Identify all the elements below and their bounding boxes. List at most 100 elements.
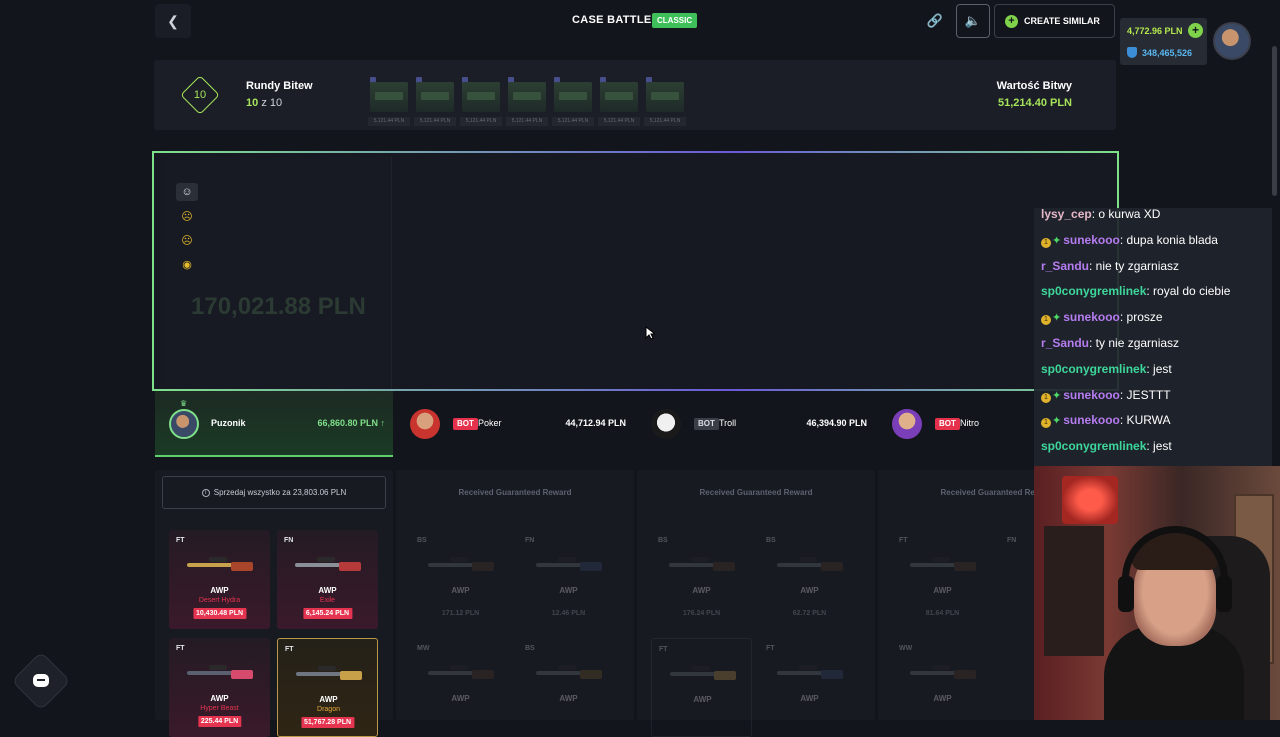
item-condition: FT xyxy=(659,646,668,653)
bot-badge: BOT xyxy=(935,418,960,430)
chat-username: sunekooo xyxy=(1063,413,1120,428)
webcam-neon-sign xyxy=(1062,476,1118,524)
item-card: FT AWP 81.64 PLN xyxy=(892,530,993,629)
chat-text: : JESTTT xyxy=(1119,387,1171,402)
deposit-button[interactable]: + xyxy=(1188,23,1203,38)
avatar xyxy=(892,409,922,439)
case-image xyxy=(508,82,546,112)
item-skin: Hyper Beast xyxy=(200,705,239,712)
star-icon: ✦ xyxy=(1052,389,1062,402)
chevron-left-icon: ❮ xyxy=(167,12,179,29)
item-price: 225.44 PLN xyxy=(197,716,242,727)
battle-arena: ☺ ☹ ☹ ◉ 170,021.88 PLN xyxy=(152,151,1119,391)
rifle-icon xyxy=(428,663,494,685)
item-name: AWP xyxy=(451,694,470,703)
sell-all-button[interactable]: i Sprzedaj wszystko za 23,803.06 PLN xyxy=(162,476,386,509)
player-card[interactable]: BOT Troll 46,394.90 PLN xyxy=(637,391,875,457)
item-price: 81.64 PLN xyxy=(925,610,960,617)
case-thumbnail[interactable]: 5,121.44 PLN xyxy=(368,76,410,126)
item-price: 10,430.48 PLN xyxy=(192,608,247,619)
points-label: 348,465,526 xyxy=(1142,48,1193,58)
rifle-icon xyxy=(428,555,494,577)
item-condition: BS xyxy=(525,645,535,652)
case-thumbnail[interactable]: 5,121.44 PLN xyxy=(598,76,640,126)
rewards-column: Received Guaranteed Reward FT AWP 81.64 … xyxy=(878,470,1035,720)
case-image xyxy=(646,82,684,112)
sound-button[interactable]: 🔈 xyxy=(956,4,990,38)
item-card[interactable]: FT AWP Hyper Beast 225.44 PLN xyxy=(169,638,270,737)
case-thumbnail[interactable]: 5,121.44 PLN xyxy=(506,76,548,126)
sub-badge-icon: 1 xyxy=(1041,237,1051,248)
item-price: 171.12 PLN xyxy=(441,610,480,617)
case-thumbnail[interactable]: 5,121.44 PLN xyxy=(644,76,686,126)
chat-username: sunekooo xyxy=(1063,310,1120,325)
chat-username: sunekooo xyxy=(1063,232,1120,247)
webcam-overlay xyxy=(1034,466,1280,720)
create-similar-button[interactable]: + CREATE SIMILAR xyxy=(994,4,1115,38)
frowning-face-icon[interactable]: ☹ xyxy=(176,207,198,225)
headset-ear-left xyxy=(1118,576,1134,612)
chat-text: : prosze xyxy=(1119,310,1163,325)
item-condition: BS xyxy=(658,537,668,544)
case-thumbnail[interactable]: 5,121.44 PLN xyxy=(552,76,594,126)
player-value: 66,860.80 PLN ↑ xyxy=(317,418,385,428)
chat-username: sp0conygremlinek xyxy=(1041,284,1147,299)
chat-message: sp0conygremlinek: jest xyxy=(1034,434,1272,460)
sub-badge-icon: 1 xyxy=(1041,392,1051,403)
players-row: ♛ Puzonik 66,860.80 PLN ↑ BOT Poker 44,7… xyxy=(155,391,1035,457)
chat-username: sunekooo xyxy=(1063,387,1120,402)
item-condition: FN xyxy=(1007,537,1017,544)
player-card[interactable]: ♛ Puzonik 66,860.80 PLN ↑ xyxy=(155,391,393,457)
case-price: 5,121.44 PLN xyxy=(414,117,456,126)
item-condition: BS xyxy=(417,537,427,544)
chat-message: sp0conygremlinek: jest xyxy=(1034,357,1272,383)
rifle-icon xyxy=(296,664,362,686)
player-name: Nitro xyxy=(960,418,980,428)
player-value: 44,712.94 PLN xyxy=(565,418,626,428)
case-thumbnail[interactable]: 5,121.44 PLN xyxy=(414,76,456,126)
item-name: AWP xyxy=(933,694,952,703)
item-card: FN AWP 12.46 PLN xyxy=(518,530,619,629)
item-card[interactable]: FN AWP Exile 6,145.24 PLN xyxy=(277,530,378,629)
back-button[interactable]: ❮ xyxy=(155,4,191,38)
sell-all-label: Sprzedaj wszystko za 23,803.06 PLN xyxy=(213,488,347,497)
rifle-icon xyxy=(187,555,253,577)
player-card[interactable]: BOT Poker 44,712.94 PLN xyxy=(396,391,634,457)
item-name: AWP xyxy=(210,586,229,595)
item-skin: Exile xyxy=(319,597,336,604)
item-card[interactable]: FT AWP Desert Hydra 10,430.48 PLN xyxy=(169,530,270,629)
scrollbar[interactable] xyxy=(1272,46,1277,196)
round-badge: 10 xyxy=(180,75,220,115)
item-card: BS AWP 176.24 PLN xyxy=(651,530,752,629)
copy-link-button[interactable]: 🔗 xyxy=(918,4,952,38)
chat-message: r_Sandu: nie ty zgarniasz xyxy=(1034,254,1272,280)
item-card: FN xyxy=(1000,530,1035,629)
player-card[interactable]: BOT Nitro xyxy=(878,391,1035,457)
neutral-face-icon[interactable]: ☺ xyxy=(176,183,198,201)
chat-message: 1 ✦ sunekooo: KURWA xyxy=(1034,408,1272,434)
case-price: 5,121.44 PLN xyxy=(644,117,686,126)
player-slot: ☺ ☹ ☹ ◉ 170,021.88 PLN xyxy=(166,157,392,389)
item-card: BS AWP 171.12 PLN xyxy=(410,530,511,629)
star-icon: ✦ xyxy=(1052,312,1062,325)
chat-username: r_Sandu xyxy=(1041,258,1090,273)
user-avatar[interactable] xyxy=(1213,22,1251,60)
chat-username: sp0conygremlinek xyxy=(1041,439,1147,454)
case-image xyxy=(554,82,592,112)
chat-message: sp0conygremlinek: royal do ciebie xyxy=(1034,279,1272,305)
sad-face-icon[interactable]: ☹ xyxy=(176,231,198,249)
chat-text: : dupa konia blada xyxy=(1119,232,1218,247)
case-image xyxy=(370,82,408,112)
astonished-face-icon[interactable]: ◉ xyxy=(176,255,198,273)
item-condition: FT xyxy=(176,645,185,652)
rifle-icon xyxy=(910,663,976,685)
case-thumbnail[interactable]: 5,121.44 PLN xyxy=(460,76,502,126)
item-name: AWP xyxy=(800,586,819,595)
item-name: AWP xyxy=(319,695,338,704)
chat-text: : o kurwa XD xyxy=(1091,208,1161,221)
arrow-up-icon: ↑ xyxy=(380,418,386,428)
item-condition: FT xyxy=(899,537,908,544)
avatar xyxy=(651,409,681,439)
item-name: AWP xyxy=(210,694,229,703)
item-card[interactable]: FT AWP Dragon 51,767.28 PLN xyxy=(277,638,378,737)
